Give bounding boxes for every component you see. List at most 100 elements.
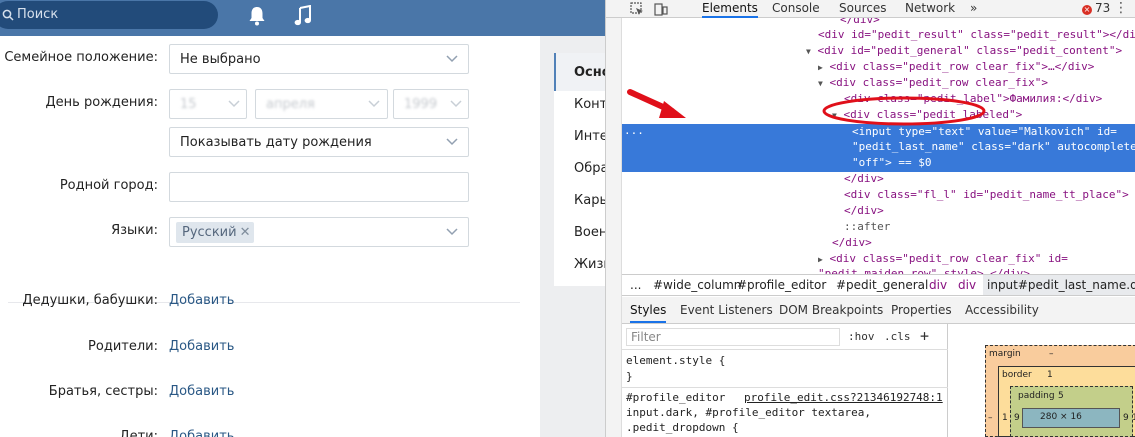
birth-month-value: апреля [266,97,315,112]
tab-network[interactable]: Network [905,0,955,18]
dom-line[interactable]: </div> [844,171,884,187]
dom-line[interactable]: "pedit_maiden_row" style>…</div> [818,266,1030,274]
dom-line-text: <div class="pedit_row clear_fix" id= [829,252,1068,265]
collapse-triangle-icon[interactable]: ▼ [832,111,837,120]
dom-line[interactable]: </div> [844,203,884,219]
selected-dom-line[interactable]: "off"> == $0 [852,155,931,171]
menu-item-basic[interactable]: Осно [574,65,605,80]
css-source-link[interactable]: profile_edit.css?21346192748:1 [744,391,943,404]
margin-value: – [1049,349,1054,359]
new-style-rule-button[interactable]: + [920,327,929,345]
dom-line[interactable]: </div> [832,235,872,251]
tab-console[interactable]: Console [772,0,820,18]
music-icon[interactable] [294,5,312,27]
dom-line[interactable]: ::after [844,219,890,235]
breadcrumb-current[interactable]: input#pedit_last_name.dark [983,275,1135,295]
add-siblings-link[interactable]: Добавить [169,384,234,399]
chevron-down-icon [446,138,458,146]
tab-elements[interactable]: Elements [702,0,758,18]
error-count-badge[interactable]: × 73 [1082,1,1110,15]
language-tag-label: Русский [182,225,237,240]
birth-month-select[interactable]: апреля [255,89,388,119]
breadcrumb-item[interactable]: div [958,275,976,295]
selected-dom-line[interactable]: "pedit_last_name" class="dark" autocompl… [852,139,1135,155]
tab-sources[interactable]: Sources [839,0,886,18]
css-rule-divider [622,387,948,388]
dom-line[interactable]: ▶ <div class="pedit_row clear_fix" id= [818,251,1068,267]
search-placeholder: Поиск [17,7,59,22]
tab-event-listeners[interactable]: Event Listeners [680,297,773,323]
more-tabs-button[interactable]: » [970,0,977,18]
tab-styles[interactable]: Styles [630,297,667,323]
selected-dom-line[interactable]: <input type="text" value="Malkovich" id= [852,124,1117,140]
dom-line-text: <div class="pedit_labeled"> [843,108,1023,121]
birth-day-value: 15 [180,97,197,112]
breadcrumb-item[interactable]: #profile_editor [737,275,826,295]
devtools-menu-icon[interactable]: ⋮ [1114,0,1128,16]
margin-left-value: – [988,413,993,423]
devtools-toolbar: Elements Console Sources Network » × 73 ⋮ [606,0,1135,18]
dom-line[interactable]: ▼ <div id="pedit_general" class="pedit_c… [806,43,1122,59]
dom-line[interactable]: <div class="pedit_label">Фамилия:</div> [844,91,1102,107]
expand-triangle-icon[interactable]: ▶ [818,63,823,72]
collapse-triangle-icon[interactable]: ▼ [806,47,811,56]
dom-line[interactable]: ▼ <div class="pedit_labeled"> [832,107,1022,123]
add-grandparents-link[interactable]: Добавить [169,293,234,308]
hometown-input[interactable] [169,172,469,202]
css-rule-selector[interactable]: #profile_editor [626,391,725,404]
close-icon[interactable]: ✕ [240,225,251,240]
dom-node-actions-icon[interactable]: ... [624,124,644,137]
styles-filter-bar: Filter :hov .cls + [622,324,948,350]
hover-state-toggle[interactable]: :hov [848,330,875,343]
add-children-link[interactable]: Добавить [169,429,234,437]
devtools-gutter [606,18,622,437]
birth-year-select[interactable]: 1999 [393,89,469,119]
class-toggle[interactable]: .cls [884,330,911,343]
tab-dom-breakpoints[interactable]: DOM Breakpoints [779,297,883,323]
error-icon: × [1082,5,1092,15]
padding-right-value: 9 [1123,413,1129,423]
tab-properties[interactable]: Properties [891,297,952,323]
menu-item-interests[interactable]: Инте [574,129,605,144]
sidebar-panel-tabs: Styles Event Listeners DOM Breakpoints P… [622,297,1135,324]
styles-filter-input[interactable]: Filter [626,328,840,346]
dom-line[interactable]: ▼ <div class="pedit_row clear_fix"> [818,75,1048,91]
css-rule-close: } [626,370,633,383]
padding-left-value: 9 [1014,413,1020,423]
menu-item-life-position[interactable]: Жизн [574,257,605,272]
dom-line-text: <div id="pedit_general" class="pedit_con… [817,44,1123,57]
inspect-element-icon[interactable] [630,2,644,16]
add-parents-link[interactable]: Добавить [169,339,234,354]
search-icon [2,9,14,21]
device-toolbar-icon[interactable] [654,2,668,16]
languages-select[interactable]: Русский ✕ [169,217,469,247]
birthday-visibility-select[interactable]: Показывать дату рождения [169,127,469,157]
breadcrumb-item[interactable]: ... [630,275,641,295]
tab-accessibility[interactable]: Accessibility [965,297,1039,323]
menu-item-career[interactable]: Карь [574,193,605,208]
dom-line[interactable]: <div class="fl_l" id="pedit_name_tt_plac… [844,187,1129,203]
menu-item-contacts[interactable]: Конт [574,97,605,112]
dom-line[interactable]: ▶ <div class="pedit_row clear_fix">…</di… [818,59,1094,75]
css-rule-selector[interactable]: input.dark, #profile_editor textarea, [626,406,871,419]
padding-value: 5 [1058,391,1064,401]
css-rule-selector[interactable]: element.style { [626,354,725,367]
marital-status-select[interactable]: Не выбрано [169,44,469,74]
menu-item-military[interactable]: Воен [574,225,605,240]
expand-triangle-icon[interactable]: ▶ [818,255,823,264]
css-rule-selector[interactable]: .pedit_dropdown { [626,421,739,434]
birthday-label: День рождения: [45,95,159,110]
birthday-visibility-value: Показывать дату рождения [180,135,372,150]
bell-icon[interactable] [248,6,266,26]
dom-tree: </div> <div id="pedit_result" class="ped… [622,18,1135,274]
menu-item-education[interactable]: Обра [574,161,605,176]
collapse-triangle-icon[interactable]: ▼ [818,79,823,88]
dom-line[interactable]: <div id="pedit_result" class="pedit_resu… [818,27,1135,43]
search-input[interactable]: Поиск [0,1,218,29]
border-value: 1 [1047,370,1053,380]
breadcrumb-item[interactable]: #pedit_general [836,275,928,295]
breadcrumb-item[interactable]: div [929,275,947,295]
breadcrumb-item[interactable]: #wide_column [653,275,741,295]
chevron-down-icon [446,228,458,236]
birth-day-select[interactable]: 15 [169,89,247,119]
